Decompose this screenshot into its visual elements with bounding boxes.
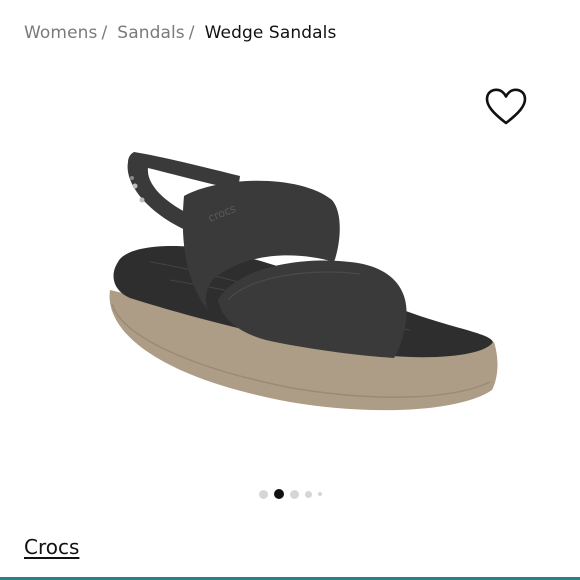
breadcrumb: Womens / Sandals / Wedge Sandals [24, 21, 336, 45]
breadcrumb-link-sandals[interactable]: Sandals [117, 23, 184, 43]
carousel-dot[interactable] [289, 489, 299, 499]
product-image-gallery[interactable]: crocs [60, 130, 520, 460]
breadcrumb-separator: / [188, 23, 195, 43]
carousel-dot-active[interactable] [273, 489, 284, 499]
product-image: crocs [109, 152, 498, 411]
carousel-dot[interactable] [258, 489, 268, 499]
breadcrumb-current: Wedge Sandals [204, 23, 337, 43]
heart-outline-icon [485, 88, 527, 125]
carousel-dot[interactable] [317, 492, 322, 496]
breadcrumb-link-womens[interactable]: Womens [24, 23, 97, 43]
breadcrumb-separator: / [101, 23, 108, 43]
wishlist-button[interactable] [484, 86, 528, 128]
brand-link[interactable]: Crocs [24, 535, 79, 559]
carousel-indicators [0, 488, 580, 500]
carousel-dot[interactable] [304, 490, 312, 498]
